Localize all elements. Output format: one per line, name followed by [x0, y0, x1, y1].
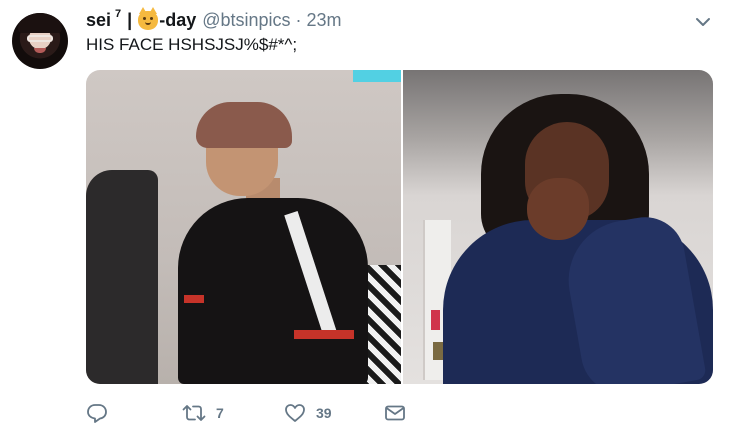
display-name-separator: |: [127, 9, 133, 30]
tweet: sei 7 | -day @btsinpics · 23m HIS FACE H…: [0, 0, 746, 444]
display-name-text: sei: [86, 9, 112, 30]
retweet-icon: [182, 405, 206, 421]
image-sticker: [353, 70, 401, 82]
avatar-hair: [18, 13, 62, 33]
tweet-timestamp[interactable]: 23m: [307, 10, 342, 31]
header-dot: ·: [295, 9, 302, 30]
media-image-left[interactable]: [86, 70, 401, 384]
avatar-mouth: [34, 48, 46, 53]
tweet-text: HIS FACE HSHSJSJ%$#*^;: [86, 35, 298, 54]
cat-eye-left: [143, 16, 147, 20]
reply-button[interactable]: [86, 398, 182, 428]
like-count: 39: [316, 405, 332, 421]
person-hair: [196, 102, 292, 148]
retweet-count: 7: [216, 405, 224, 421]
tweet-header: sei 7 | -day @btsinpics · 23m: [86, 6, 342, 31]
cat-face-emoji-icon: [138, 6, 159, 30]
black-track-jacket: [178, 198, 368, 384]
like-button[interactable]: 39: [284, 398, 384, 428]
media-image-right[interactable]: [403, 70, 713, 384]
tweet-menu-button[interactable]: [694, 13, 712, 31]
direct-message-button[interactable]: [384, 398, 414, 428]
hand-over-face: [527, 178, 589, 240]
chevron-down-icon: [696, 18, 710, 26]
tweet-actions: 7 39: [86, 398, 414, 428]
cat-mouth: [145, 22, 152, 25]
jacket-red-stripe-left: [184, 295, 204, 303]
cat-eye-right: [150, 16, 154, 20]
background-person: [86, 170, 158, 384]
wall-poster: [431, 310, 440, 330]
profile-avatar[interactable]: [12, 13, 68, 69]
reply-icon: [87, 404, 107, 423]
tweet-media[interactable]: [86, 70, 713, 384]
heart-icon: [285, 404, 305, 422]
user-handle[interactable]: @btsinpics: [202, 10, 290, 31]
jacket-red-stripe: [294, 330, 354, 339]
display-name-superscript: 7: [115, 8, 122, 20]
retweet-button[interactable]: 7: [182, 398, 284, 428]
display-name-suffix: -day: [159, 9, 197, 30]
avatar-glasses: [27, 35, 53, 42]
envelope-icon: [385, 405, 405, 421]
display-name[interactable]: sei 7 | -day: [86, 6, 197, 31]
